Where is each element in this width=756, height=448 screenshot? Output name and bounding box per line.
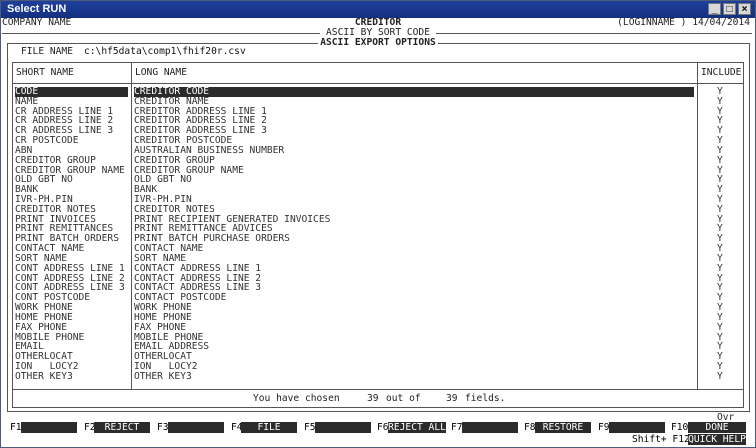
column-header-include: INCLUDE [701,67,742,78]
column-divider [697,62,698,390]
fields-table [12,62,744,390]
file-name-value[interactable]: c:\hf5data\comp1\fhif20r.csv [84,47,246,57]
maximize-button[interactable]: □ [723,3,736,15]
column-header-long: LONG NAME [135,67,187,78]
fkey-f10-key: F10 [671,422,689,433]
row-include-flag[interactable]: Y [717,372,723,382]
fkey-f1-key: F1 [10,422,22,433]
fkey-f3-button[interactable] [168,422,224,433]
fkey-f7-button[interactable] [462,422,518,433]
title-bar: Select RUN _ □ × [1,1,755,18]
reject-button[interactable]: REJECT [94,422,150,433]
column-divider [131,62,132,390]
row-long-name[interactable]: CREDITOR CODE [134,87,694,97]
fkey-f9-key: F9 [598,422,610,433]
column-header-short: SHORT NAME [16,67,74,78]
shift-f12-key: Shift+ F12 [632,434,690,445]
function-key-bar: F1 F2 REJECT F3 F4 FILE F5 F6 REJECT ALL… [0,422,756,434]
header-divider [12,83,744,84]
total-count: 39 [446,393,458,404]
minimize-button[interactable]: _ [708,3,721,15]
chosen-suffix: fields. [465,393,506,404]
fkey-f8-key: F8 [524,422,536,433]
fkey-f5-key: F5 [304,422,316,433]
fkey-f3-key: F3 [157,422,169,433]
fkey-f5-button[interactable] [315,422,371,433]
options-title: ASCII EXPORT OPTIONS [318,38,438,48]
chosen-mid: out of [386,393,421,404]
fkey-f7-key: F7 [451,422,463,433]
close-button[interactable]: × [738,3,751,15]
fkey-f1-button[interactable] [21,422,77,433]
done-button[interactable]: DONE [688,422,746,433]
window-title: Select RUN [7,3,67,15]
row-short-name[interactable]: OTHER KEY3 [15,372,73,382]
chosen-prefix: You have chosen [253,393,340,404]
fkey-f6-key: F6 [377,422,389,433]
file-button[interactable]: FILE [241,422,297,433]
fkey-f9-button[interactable] [609,422,665,433]
reject-all-button[interactable]: REJECT ALL [388,422,446,433]
login-date: (LOGINNAME ) 14/04/2014 [617,17,750,28]
quick-help-button[interactable]: QUICK HELP [688,434,746,445]
restore-button[interactable]: RESTORE [535,422,591,433]
row-long-name[interactable]: OTHER KEY3 [134,372,192,382]
chosen-count: 39 [367,393,379,404]
file-name-label: FILE NAME [21,46,73,57]
